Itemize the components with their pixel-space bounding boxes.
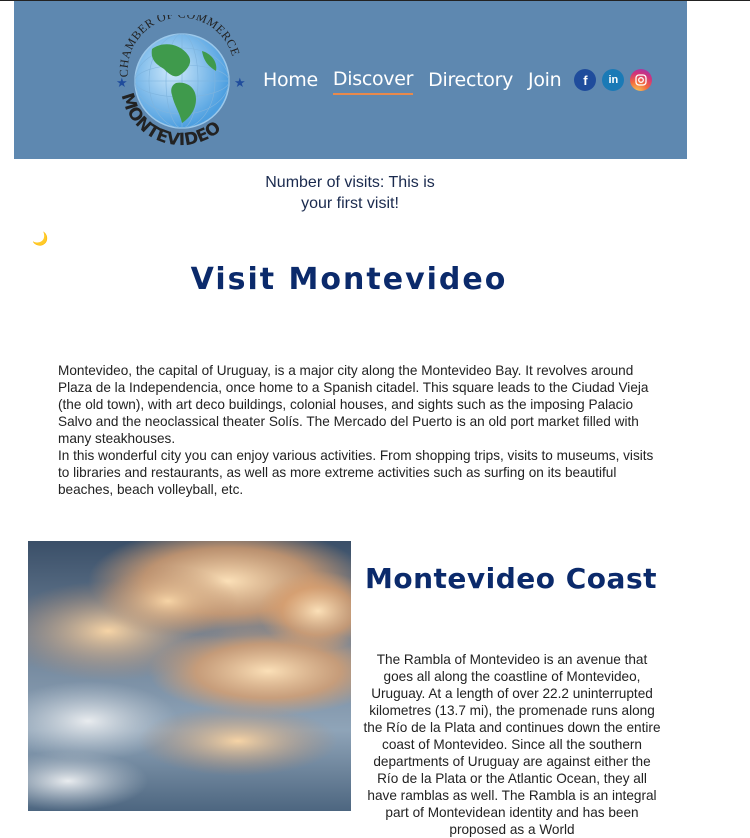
logo-star-left: ★ <box>116 75 128 90</box>
nav-directory[interactable]: Directory <box>428 66 513 94</box>
coast-heading: Montevideo Coast <box>364 562 657 595</box>
site-header: CHAMBER OF COMMERCE ★ ★ MONTEVIDEO Home … <box>14 1 687 159</box>
facebook-icon[interactable]: f <box>574 69 597 91</box>
visit-counter: Number of visits: This is your first vis… <box>265 174 435 212</box>
nav-home[interactable]: Home <box>263 66 318 94</box>
intro-text: Montevideo, the capital of Uruguay, is a… <box>58 362 658 498</box>
page-title: Visit Montevideo <box>190 262 508 297</box>
logo-star-right: ★ <box>234 75 246 90</box>
intro-paragraph-2: In this wonderful city you can enjoy var… <box>58 448 654 497</box>
coast-description: The Rambla of Montevideo is an avenue th… <box>363 652 661 837</box>
main-nav: Home Discover Directory Join f in <box>263 65 658 95</box>
chamber-logo[interactable]: CHAMBER OF COMMERCE ★ ★ MONTEVIDEO <box>110 15 252 153</box>
intro-paragraph-1: Montevideo, the capital of Uruguay, is a… <box>58 363 649 446</box>
linkedin-icon[interactable]: in <box>602 69 625 91</box>
nav-discover[interactable]: Discover <box>332 65 413 95</box>
dark-mode-toggle-icon[interactable]: 🌙 <box>32 231 48 247</box>
social-links: f in <box>574 69 658 91</box>
coast-sky-image <box>28 541 351 811</box>
instagram-icon[interactable] <box>630 69 653 91</box>
nav-join[interactable]: Join <box>528 66 562 94</box>
